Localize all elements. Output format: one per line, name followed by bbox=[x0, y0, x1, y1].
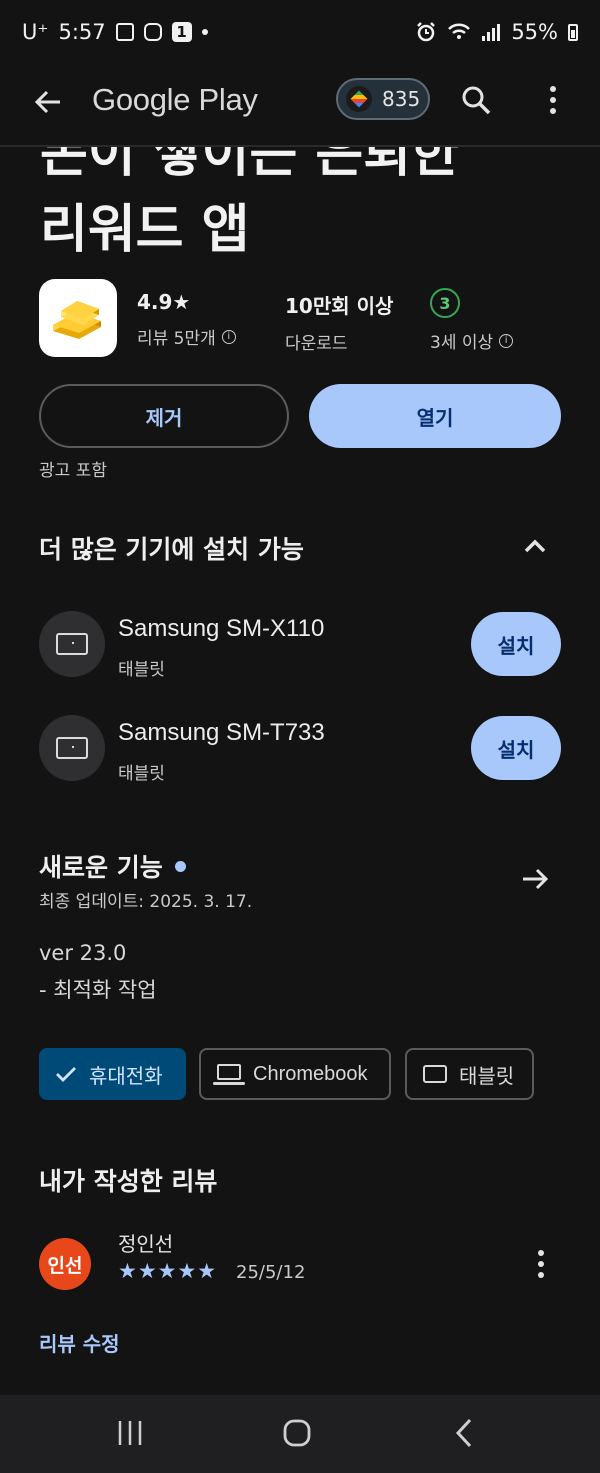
tablet-icon bbox=[56, 633, 88, 655]
device-name: Samsung SM-X110 bbox=[118, 615, 325, 642]
device-type: 태블릿 bbox=[118, 660, 165, 680]
age-rating-stat: 3 3세 이상 i bbox=[430, 288, 514, 353]
arrow-right-icon[interactable] bbox=[518, 862, 552, 896]
info-icon[interactable]: i bbox=[499, 333, 514, 348]
age-rating-row: 3세 이상 i bbox=[430, 328, 514, 353]
gallery-icon bbox=[115, 23, 134, 41]
more-devices-title: 더 많은 기기에 설치 가능 bbox=[39, 535, 304, 564]
google-play-title: Google Play bbox=[92, 82, 258, 117]
version-text: ver 23.0 bbox=[39, 941, 127, 965]
search-icon[interactable] bbox=[458, 82, 494, 118]
status-bar: U⁺ 5:57 1 55% bbox=[0, 0, 600, 70]
more-options-icon[interactable] bbox=[538, 82, 568, 118]
app-title-line-1: 돈이 쌓이는 은퇴한 bbox=[40, 147, 459, 184]
play-points-icon bbox=[346, 86, 372, 112]
last-updated-text: 최종 업데이트: 2025. 3. 17. bbox=[39, 892, 253, 912]
install-button[interactable]: 설치 bbox=[471, 716, 561, 780]
age-rating-label: 3세 이상 bbox=[430, 333, 494, 353]
check-icon bbox=[56, 1067, 76, 1082]
gold-bars-icon bbox=[53, 301, 101, 339]
status-left: U⁺ 5:57 1 bbox=[22, 20, 208, 44]
age-rating-badge: 3 bbox=[430, 288, 460, 318]
info-icon[interactable]: i bbox=[221, 329, 236, 344]
chip-phone[interactable]: 휴대전화 bbox=[39, 1048, 186, 1100]
tablet-icon bbox=[423, 1065, 447, 1083]
downloads-stat: 10만회 이상 다운로드 bbox=[285, 290, 393, 354]
device-name: Samsung SM-T733 bbox=[118, 719, 325, 746]
instagram-icon bbox=[143, 23, 162, 41]
chip-phone-label: 휴대전화 bbox=[89, 1063, 163, 1088]
signal-icon bbox=[482, 24, 501, 41]
review-stars: ★★★★★ bbox=[118, 1259, 218, 1283]
whats-new-header[interactable]: 새로운 기능 bbox=[39, 848, 186, 884]
open-button[interactable]: 열기 bbox=[309, 384, 561, 448]
battery-icon bbox=[568, 23, 578, 41]
changelog-text: - 최적화 작업 bbox=[39, 978, 157, 1002]
new-indicator-dot bbox=[174, 860, 186, 872]
reviews-count-label: 리뷰 5만개 bbox=[137, 329, 216, 349]
device-icon-circle bbox=[39, 611, 105, 677]
chip-chromebook-label: Chromebook bbox=[253, 1062, 368, 1085]
app-title: 돈이 쌓이는 은퇴한 리워드 앱 bbox=[0, 147, 600, 257]
play-points-value: 835 bbox=[382, 87, 421, 111]
app-bar: Google Play 835 bbox=[0, 70, 600, 147]
alarm-icon bbox=[417, 22, 436, 42]
rating-value: 4.9★ bbox=[137, 290, 191, 314]
app-title-line-2: 리워드 앱 bbox=[40, 200, 250, 257]
status-right: 55% bbox=[415, 20, 578, 44]
reviews-count-row: 리뷰 5만개 i bbox=[137, 324, 236, 349]
back-arrow-icon[interactable] bbox=[30, 84, 66, 120]
avatar: 인선 bbox=[39, 1238, 91, 1290]
recent-apps-icon[interactable] bbox=[110, 1413, 150, 1453]
whats-new-title: 새로운 기능 bbox=[39, 853, 163, 882]
system-nav-bar bbox=[0, 1395, 600, 1473]
downloads-value: 10만회 이상 bbox=[285, 294, 394, 318]
my-review-title: 내가 작성한 리뷰 bbox=[39, 1167, 218, 1196]
uninstall-button[interactable]: 제거 bbox=[39, 384, 289, 448]
contains-ads-note: 광고 포함 bbox=[39, 461, 107, 481]
carrier-label: U⁺ bbox=[22, 20, 49, 44]
review-date: 25/5/12 bbox=[236, 1262, 306, 1283]
chip-chromebook[interactable]: Chromebook bbox=[199, 1048, 391, 1100]
rating-stat: 4.9★ 리뷰 5만개 i bbox=[137, 290, 236, 349]
play-points-chip[interactable]: 835 bbox=[336, 78, 430, 120]
chip-tablet-label: 태블릿 bbox=[459, 1063, 515, 1088]
install-button[interactable]: 설치 bbox=[471, 612, 561, 676]
device-icon-circle bbox=[39, 715, 105, 781]
app-icon bbox=[39, 279, 117, 357]
more-notifications-icon bbox=[201, 29, 208, 35]
reviewer-name: 정인선 bbox=[118, 1232, 174, 1256]
laptop-icon bbox=[213, 1064, 245, 1085]
chevron-up-icon[interactable] bbox=[520, 532, 550, 562]
wifi-icon bbox=[448, 23, 471, 39]
edit-review-link[interactable]: 리뷰 수정 bbox=[39, 1328, 120, 1357]
chip-tablet[interactable]: 태블릿 bbox=[405, 1048, 534, 1100]
battery-percent: 55% bbox=[511, 20, 558, 44]
notification-count-badge: 1 bbox=[171, 22, 192, 42]
review-more-options-icon[interactable] bbox=[530, 1248, 552, 1280]
tablet-icon bbox=[56, 737, 88, 759]
time-label: 5:57 bbox=[58, 20, 106, 44]
device-type: 태블릿 bbox=[118, 764, 165, 784]
downloads-label: 다운로드 bbox=[285, 334, 348, 354]
back-nav-icon[interactable] bbox=[445, 1413, 485, 1453]
home-icon[interactable] bbox=[277, 1413, 317, 1453]
